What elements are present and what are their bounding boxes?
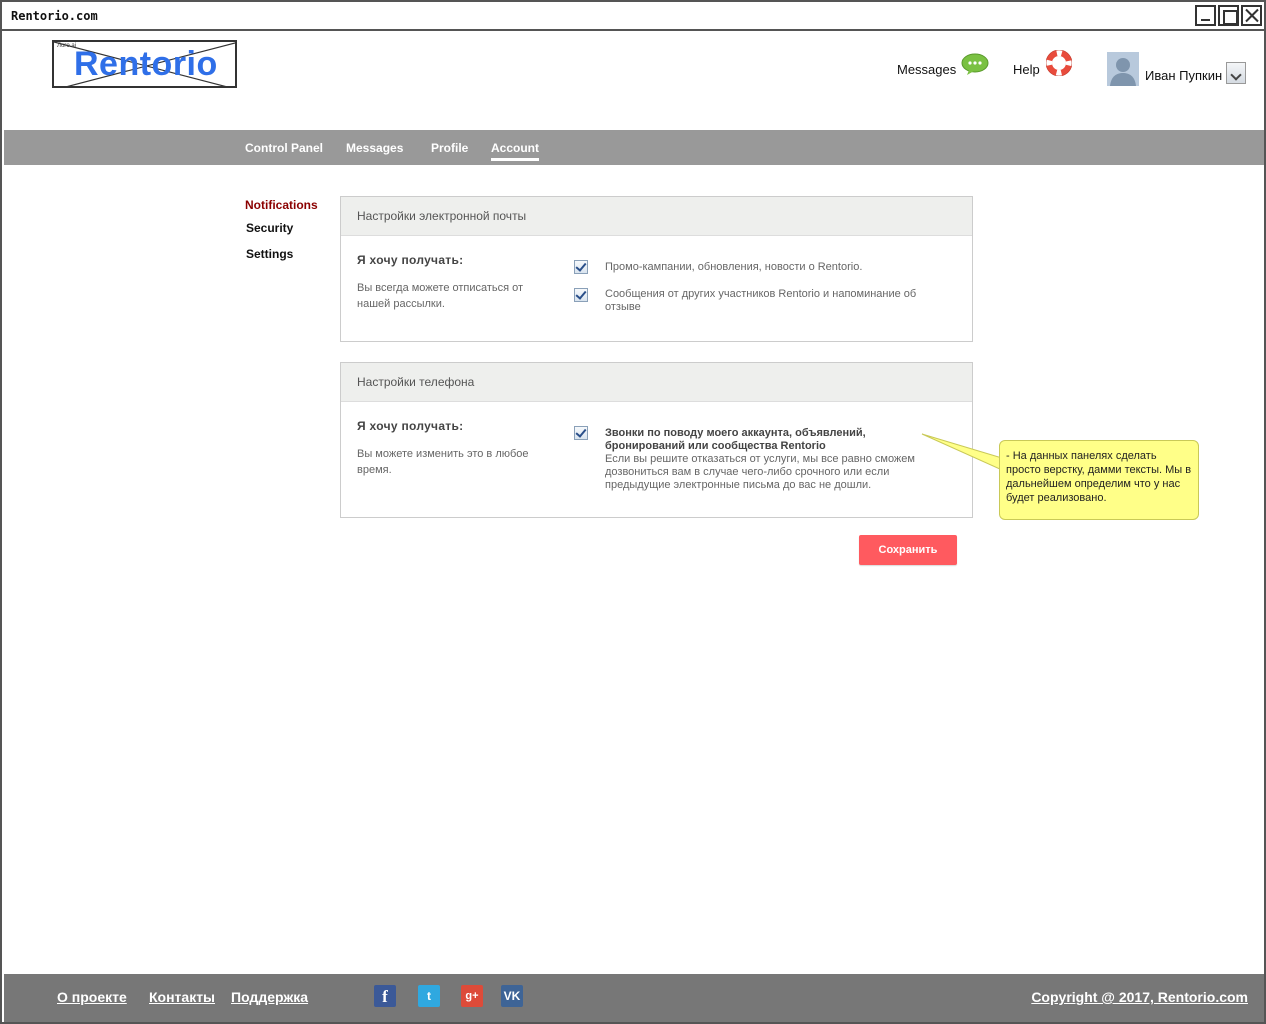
nav-item-control-panel[interactable]: Control Panel: [245, 141, 323, 155]
chat-bubble-icon[interactable]: [961, 53, 989, 75]
phone-panel-title: Настройки телефона: [341, 363, 972, 402]
calls-option: Звонки по поводу моего аккаунта, объявле…: [605, 427, 935, 492]
nav-item-account[interactable]: Account: [491, 141, 539, 161]
facebook-icon[interactable]: f: [374, 985, 396, 1007]
main-nav: Control Panel Messages Profile Account: [4, 130, 1264, 165]
save-button[interactable]: Сохранить: [859, 535, 957, 565]
window-controls: [1195, 5, 1262, 26]
header-help-link[interactable]: Help: [1013, 62, 1040, 77]
email-settings-panel: Настройки электронной почты Я хочу получ…: [340, 196, 973, 342]
side-item-settings[interactable]: Settings: [246, 247, 293, 261]
copyright-link[interactable]: Copyright @ 2017, Rentorio.com: [1031, 989, 1248, 1005]
footer-link-contacts[interactable]: Контакты: [149, 989, 215, 1005]
nav-item-profile[interactable]: Profile: [431, 141, 468, 155]
logo-text: Rentorio: [74, 45, 218, 83]
avatar[interactable]: [1107, 52, 1139, 86]
side-item-notifications[interactable]: Notifications: [245, 198, 318, 212]
google-plus-icon[interactable]: g+: [461, 985, 483, 1007]
member-messages-option-label: Сообщения от других участников Rentorio …: [605, 288, 917, 313]
email-want-label: Я хочу получать:: [357, 253, 464, 267]
nav-item-messages[interactable]: Messages: [346, 141, 403, 155]
twitter-icon[interactable]: t: [418, 985, 440, 1007]
window-title: Rentorio.com: [11, 9, 98, 23]
phone-settings-panel: Настройки телефона Я хочу получать: Вы м…: [340, 362, 973, 518]
chevron-down-icon[interactable]: [1226, 62, 1246, 84]
browser-window: Rentorio.com Лого.ai Rentorio Messages H…: [0, 0, 1266, 1024]
user-silhouette-icon: [1110, 58, 1136, 86]
phone-want-label: Я хочу получать:: [357, 419, 464, 433]
email-note: Вы всегда можете отписаться от нашей рас…: [357, 282, 524, 310]
calls-option-title: Звонки по поводу моего аккаунта, объявле…: [605, 427, 866, 452]
header-messages-link[interactable]: Messages: [897, 62, 956, 77]
calls-option-text: Если вы решите отказаться от услуги, мы …: [605, 453, 915, 491]
member-messages-checkbox[interactable]: [574, 288, 588, 302]
window-titlebar: Rentorio.com: [2, 2, 1264, 31]
logo[interactable]: Лого.ai Rentorio: [52, 40, 237, 88]
lifebuoy-icon[interactable]: [1046, 50, 1072, 76]
close-icon[interactable]: [1241, 5, 1262, 26]
footer-link-about[interactable]: О проекте: [57, 989, 127, 1005]
promo-checkbox[interactable]: [574, 260, 588, 274]
phone-note: Вы можете изменить это в любое время.: [357, 448, 529, 476]
vk-icon[interactable]: VK: [501, 985, 523, 1007]
annotation-note: - На данных панелях сделать просто верст…: [999, 440, 1199, 520]
minimize-icon[interactable]: [1195, 5, 1216, 26]
footer-link-support[interactable]: Поддержка: [231, 989, 308, 1005]
footer: О проекте Контакты Поддержка f t g+ VK C…: [4, 974, 1264, 1022]
calls-checkbox[interactable]: [574, 426, 588, 440]
promo-option-label: Промо-кампании, обновления, новости о Re…: [605, 261, 863, 273]
maximize-icon[interactable]: [1218, 5, 1239, 26]
user-name[interactable]: Иван Пупкин: [1145, 68, 1222, 83]
side-item-security[interactable]: Security: [246, 221, 293, 235]
email-panel-title: Настройки электронной почты: [341, 197, 972, 236]
